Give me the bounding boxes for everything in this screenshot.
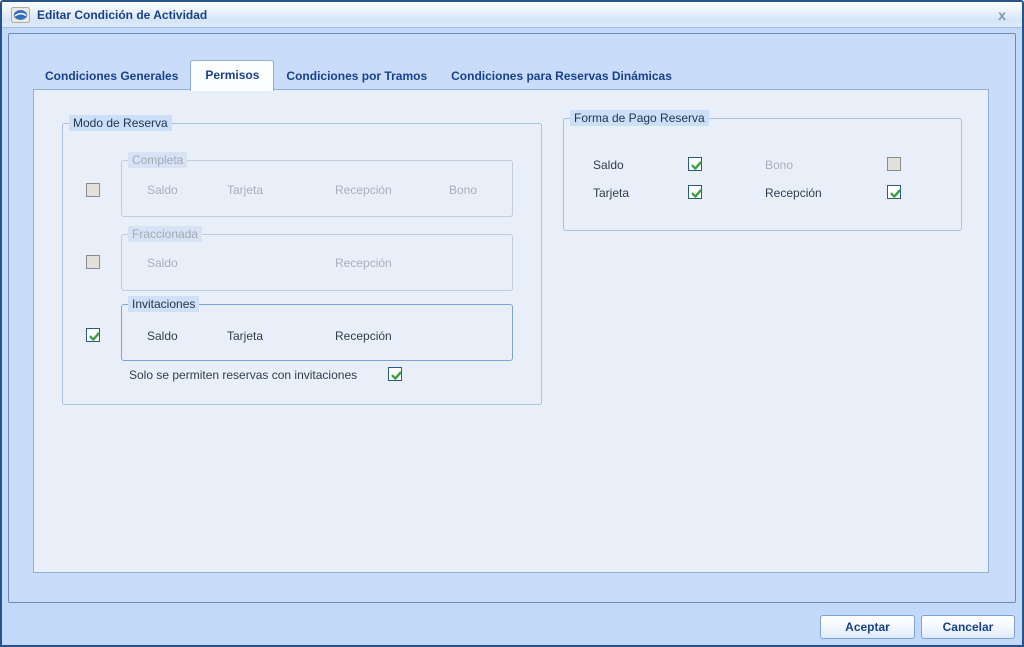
- only-invitations-checkbox[interactable]: [388, 367, 402, 381]
- dialog-window: Editar Condición de Actividad x Condicio…: [0, 0, 1024, 647]
- mode-completa-label: Completa: [128, 152, 188, 168]
- tab-page-permisos: Modo de Reserva Completa Saldo Tarjeta R…: [33, 89, 989, 573]
- pago-recepcion-checkbox[interactable]: [887, 185, 901, 199]
- invitaciones-option-recepcion: Recepción: [335, 329, 392, 343]
- only-invitations-label: Solo se permiten reservas con invitacion…: [129, 368, 358, 382]
- mode-completa-checkbox[interactable]: [86, 183, 100, 197]
- modo-de-reserva-label: Modo de Reserva: [69, 115, 172, 131]
- completa-option-recepcion: Recepción: [335, 183, 392, 197]
- close-icon[interactable]: x: [991, 4, 1013, 26]
- completa-option-saldo: Saldo: [147, 183, 178, 197]
- completa-option-tarjeta: Tarjeta: [227, 183, 264, 197]
- pago-recepcion-label: Recepción: [765, 186, 822, 200]
- pago-tarjeta-label: Tarjeta: [593, 186, 630, 200]
- title-bar: Editar Condición de Actividad x: [2, 2, 1022, 28]
- pago-bono-label: Bono: [765, 158, 794, 172]
- mode-fraccionada-group: Fraccionada Saldo Recepción: [121, 226, 513, 291]
- tab-condiciones-por-tramos[interactable]: Condiciones por Tramos: [274, 64, 439, 90]
- pago-saldo-label: Saldo: [593, 158, 624, 172]
- modo-de-reserva-group: Modo de Reserva Completa Saldo Tarjeta R…: [62, 115, 542, 405]
- dialog-body-panel: Condiciones Generales Permisos Condicion…: [8, 33, 1016, 603]
- pago-tarjeta-checkbox[interactable]: [688, 185, 702, 199]
- mode-fraccionada-label: Fraccionada: [128, 226, 203, 242]
- completa-option-bono: Bono: [449, 183, 478, 197]
- pago-saldo-checkbox[interactable]: [688, 157, 702, 171]
- forma-de-pago-label: Forma de Pago Reserva: [570, 110, 709, 126]
- accept-button[interactable]: Aceptar: [820, 615, 915, 639]
- tab-permisos[interactable]: Permisos: [190, 60, 275, 91]
- invitaciones-option-tarjeta: Tarjeta: [227, 329, 264, 343]
- fraccionada-option-saldo: Saldo: [147, 256, 178, 270]
- dialog-title: Editar Condición de Actividad: [37, 7, 208, 22]
- app-globe-icon: [11, 6, 30, 23]
- pago-bono-checkbox[interactable]: [887, 157, 901, 171]
- mode-completa-group: Completa Saldo Tarjeta Recepción Bono: [121, 152, 513, 217]
- tab-condiciones-reservas-dinamicas[interactable]: Condiciones para Reservas Dinámicas: [439, 64, 684, 90]
- mode-invitaciones-group: Invitaciones Saldo Tarjeta Recepción: [121, 296, 513, 361]
- cancel-button[interactable]: Cancelar: [921, 615, 1015, 639]
- fraccionada-option-recepcion: Recepción: [335, 256, 392, 270]
- mode-invitaciones-checkbox[interactable]: [86, 328, 100, 342]
- invitaciones-option-saldo: Saldo: [147, 329, 178, 343]
- tab-strip: Condiciones Generales Permisos Condicion…: [33, 60, 684, 91]
- tab-condiciones-generales[interactable]: Condiciones Generales: [33, 64, 190, 90]
- mode-fraccionada-checkbox[interactable]: [86, 255, 100, 269]
- mode-invitaciones-label: Invitaciones: [128, 296, 200, 312]
- forma-de-pago-group: Forma de Pago Reserva Saldo Bono Tarjeta…: [563, 110, 962, 231]
